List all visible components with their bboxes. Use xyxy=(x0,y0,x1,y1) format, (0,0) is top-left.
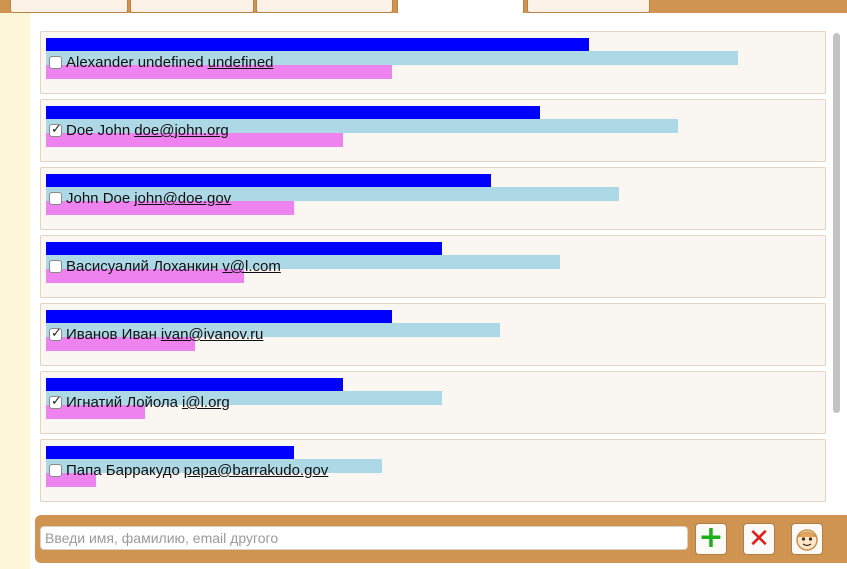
contact-email-link[interactable]: v@l.com xyxy=(222,258,281,275)
scrollbar-thumb[interactable] xyxy=(833,33,840,413)
tab-strip xyxy=(0,0,847,15)
main-panel: Alexander undefinedundefined Doe Johndoe@… xyxy=(30,13,847,569)
contact-name: Игнатий Лойола xyxy=(66,394,179,411)
contact-row[interactable]: Папа Барракудо papa@barrakudo.gov xyxy=(40,439,826,502)
contact-name: Иванов Иван xyxy=(66,326,157,343)
tab-3[interactable] xyxy=(256,0,393,13)
bar-blue xyxy=(46,38,589,52)
contact-name: Doe John xyxy=(66,122,131,139)
contact-checkbox[interactable] xyxy=(49,260,62,273)
scrollbar[interactable] xyxy=(830,31,844,521)
contact-name: Папа Барракудо xyxy=(66,462,180,479)
contact-email-link[interactable]: ivan@ivanov.ru xyxy=(161,326,264,343)
contact-name: Васисуалий Лоханкин xyxy=(66,258,219,275)
contact-label: Doe Johndoe@john.org xyxy=(49,122,229,139)
contact-checkbox[interactable] xyxy=(49,192,62,205)
contact-label: Иванов Иванivan@ivanov.ru xyxy=(49,326,263,343)
contact-email-link[interactable]: i@l.org xyxy=(182,394,230,411)
contact-name: John Doe xyxy=(66,190,131,207)
bar-blue xyxy=(46,378,343,392)
delete-button[interactable]: ✕ xyxy=(743,523,775,555)
contact-row[interactable]: Alexander undefined undefined xyxy=(40,31,826,94)
bar-blue xyxy=(46,106,540,120)
contact-label: Папа Барракудо papa@barrakudo.gov xyxy=(49,462,328,479)
contact-name: Alexander undefined xyxy=(66,54,204,71)
contact-row[interactable]: Иванов Иванivan@ivanov.ru xyxy=(40,303,826,366)
contact-email-link[interactable]: doe@john.org xyxy=(134,122,228,139)
contact-label: John Doe john@doe.gov xyxy=(49,190,231,207)
tab-1[interactable] xyxy=(10,0,128,13)
x-icon: ✕ xyxy=(748,524,770,554)
contact-checkbox[interactable] xyxy=(49,122,62,137)
contact-row[interactable]: Васисуалий Лоханкин v@l.com xyxy=(40,235,826,298)
contact-checkbox[interactable] xyxy=(49,394,62,409)
contact-email-link[interactable]: john@doe.gov xyxy=(134,190,231,207)
contact-input[interactable] xyxy=(40,526,688,550)
bar-blue xyxy=(46,446,294,460)
plus-icon: + xyxy=(698,520,724,555)
bar-blue xyxy=(46,242,442,256)
contact-label: Alexander undefined undefined xyxy=(49,54,274,71)
contact-email-link[interactable]: papa@barrakudo.gov xyxy=(184,462,329,479)
contact-checkbox[interactable] xyxy=(49,326,62,341)
contact-checkbox[interactable] xyxy=(49,464,62,477)
contact-list: Alexander undefinedundefined Doe Johndoe@… xyxy=(40,31,826,521)
smiley-face-icon xyxy=(796,529,818,551)
tab-2[interactable] xyxy=(130,0,254,13)
contact-checkbox[interactable] xyxy=(49,56,62,69)
contact-label: Игнатий Лойолаi@l.org xyxy=(49,394,230,411)
bar-blue xyxy=(46,310,392,324)
bar-blue xyxy=(46,174,491,188)
contact-email-link[interactable]: undefined xyxy=(208,54,274,71)
input-bar: + ✕ xyxy=(35,515,847,563)
contact-row[interactable]: John Doe john@doe.gov xyxy=(40,167,826,230)
contact-label: Васисуалий Лоханкин v@l.com xyxy=(49,258,281,275)
avatar-button[interactable] xyxy=(791,523,823,555)
add-button[interactable]: + xyxy=(695,523,727,555)
contacts-app: Alexander undefinedundefined Doe Johndoe@… xyxy=(0,0,847,569)
contact-row[interactable]: Doe Johndoe@john.org xyxy=(40,99,826,162)
tab-5[interactable] xyxy=(527,0,650,13)
contact-row[interactable]: Игнатий Лойолаi@l.org xyxy=(40,371,826,434)
